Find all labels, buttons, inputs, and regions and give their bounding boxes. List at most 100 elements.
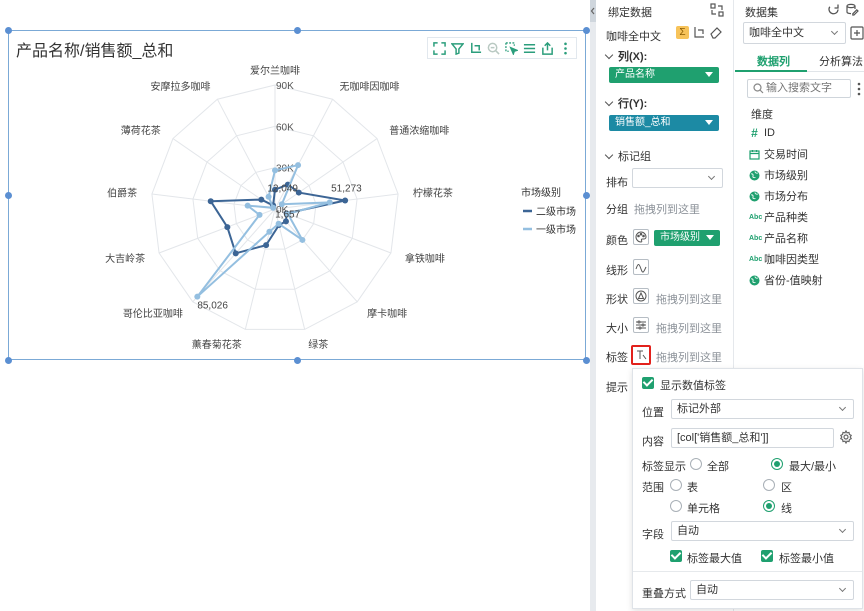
more-vertical-icon[interactable]	[856, 82, 862, 96]
field-item[interactable]: 交易时间	[749, 146, 808, 162]
data-point	[326, 199, 333, 206]
field-item[interactable]: 市场分布	[749, 188, 808, 204]
size-drop-hint[interactable]: 拖拽列到这里	[656, 320, 722, 336]
range-line-radio[interactable]	[763, 500, 775, 512]
data-label: 1,657	[275, 210, 300, 221]
search-icon	[753, 83, 764, 94]
resize-handle-br[interactable]	[583, 357, 590, 364]
tab-columns[interactable]: 数据列	[757, 53, 790, 69]
resize-handle-bl[interactable]	[5, 357, 12, 364]
category-label: 柠檬花茶	[413, 186, 453, 199]
position-select[interactable]: 标记外部	[671, 399, 854, 419]
display-maxmin-radio[interactable]	[771, 458, 783, 470]
resize-handle-tr[interactable]	[583, 27, 590, 34]
hierarchy-icon[interactable]	[693, 26, 706, 39]
shape-drop-hint[interactable]: 拖拽列到这里	[656, 291, 722, 307]
range-table-text: 表	[687, 482, 698, 494]
content-input[interactable]: [col['销售额_总和']]	[671, 428, 834, 448]
add-dataset-icon[interactable]	[850, 25, 864, 41]
label-settings-popup: 显示数值标签 位置 标记外部 内容 [col['销售额_总和']] 标签显示 全…	[632, 368, 863, 609]
category-label: 绿茶	[308, 338, 328, 351]
rows-section[interactable]: 行(Y):	[604, 95, 647, 111]
data-point	[263, 242, 270, 249]
select-icon[interactable]	[504, 41, 518, 55]
overlap-select[interactable]: 自动	[690, 580, 854, 600]
eraser-icon[interactable]	[709, 26, 722, 39]
zoom-icon[interactable]	[486, 41, 500, 55]
data-point	[256, 211, 263, 218]
content-label: 内容	[642, 436, 664, 448]
geo-field-icon	[749, 191, 760, 202]
field-search-box[interactable]	[747, 79, 851, 98]
size-icon[interactable]	[633, 317, 649, 333]
dataset-select[interactable]: 咖啡全中文	[743, 22, 846, 44]
content-settings-gear-icon[interactable]	[839, 429, 853, 445]
field-select[interactable]: 自动	[671, 521, 854, 541]
marks-section[interactable]: 标记组	[604, 148, 651, 164]
display-all-radio[interactable]	[690, 458, 702, 470]
overlap-select-value: 自动	[696, 584, 718, 596]
shape-icon[interactable]	[633, 288, 649, 304]
display-maxmin-text: 最大/最小	[789, 461, 837, 473]
refresh-icon[interactable]	[827, 3, 840, 16]
fullscreen-icon[interactable]	[432, 41, 446, 55]
tab-algorithms[interactable]: 分析算法	[819, 53, 863, 69]
field-item[interactable]: 省份-值映射	[749, 272, 823, 288]
range-table-radio[interactable]	[670, 479, 682, 491]
text-field-icon: Abc	[749, 234, 763, 242]
resize-handle-ml[interactable]	[5, 192, 12, 199]
resize-handle-tc[interactable]	[294, 27, 301, 34]
color-pill-label: 市场级别	[660, 232, 700, 243]
field-item[interactable]: Abc 咖啡因类型	[749, 251, 819, 267]
data-point	[266, 228, 273, 235]
edit-dataset-icon[interactable]	[846, 3, 859, 16]
color-pill[interactable]: 市场级别	[654, 230, 720, 246]
columns-section[interactable]: 列(X):	[604, 48, 647, 64]
data-point	[224, 224, 231, 231]
resize-handle-bc[interactable]	[294, 357, 301, 364]
line-shape-icon[interactable]	[633, 259, 649, 275]
drill-icon[interactable]	[468, 41, 482, 55]
line-label: 线形	[606, 265, 628, 277]
rows-pill[interactable]: 销售额_总和	[609, 115, 719, 131]
filter-icon[interactable]	[450, 41, 464, 55]
chart-card[interactable]: 0K 30K 60K 90K 爱尔兰咖啡 无咖啡因咖啡 普通浓缩咖啡 柠檬花茶 拿铁咖啡 摩卡咖啡…	[5, 27, 590, 364]
resize-handle-mr[interactable]	[583, 192, 590, 199]
group-drop-hint[interactable]: 拖拽列到这里	[634, 201, 700, 217]
radar-chart: 0K30K60K90K爱尔兰咖啡无咖啡因咖啡普通浓缩咖啡柠檬花茶拿铁咖啡摩卡咖啡…	[105, 64, 576, 351]
range-cell-radio[interactable]	[670, 500, 682, 512]
field-item[interactable]: 市场级别	[749, 167, 808, 183]
category-label: 薄荷花茶	[121, 124, 161, 137]
label-label: 标签	[606, 352, 628, 364]
field-item[interactable]: Abc 产品名称	[749, 230, 808, 246]
resize-handle-tl[interactable]	[5, 27, 12, 34]
field-item[interactable]: Abc 产品种类	[749, 209, 808, 225]
layout-select[interactable]	[632, 168, 723, 188]
swap-icon[interactable]	[710, 3, 724, 17]
range-zone-radio[interactable]	[763, 479, 775, 491]
show-label-checkbox[interactable]	[642, 377, 654, 389]
field-search-input[interactable]	[766, 82, 848, 94]
data-point	[272, 167, 278, 174]
tooltip-label: 提示	[606, 382, 628, 394]
axis-tick-label: 60K	[276, 122, 294, 133]
more-icon[interactable]	[558, 41, 572, 55]
group-label: 分组	[606, 204, 628, 216]
category-label: 大吉岭茶	[105, 252, 145, 265]
sigma-icon[interactable]: Σ	[676, 26, 689, 39]
label-max-checkbox[interactable]	[670, 550, 682, 562]
label-text-icon[interactable]	[631, 345, 651, 365]
label-drop-hint[interactable]: 拖拽列到这里	[656, 349, 722, 365]
data-point	[278, 201, 285, 208]
palette-icon[interactable]	[633, 229, 649, 245]
field-item[interactable]: # ID	[749, 125, 775, 141]
label-min-checkbox[interactable]	[761, 550, 773, 562]
data-label: 85,026	[197, 301, 228, 312]
overlap-label: 重叠方式	[642, 588, 686, 600]
content-input-value: [col['销售额_总和']]	[677, 432, 769, 444]
list-icon[interactable]	[522, 41, 536, 55]
tab-divider	[807, 71, 864, 72]
export-icon[interactable]	[540, 41, 554, 55]
field-name: 产品种类	[764, 212, 808, 224]
columns-pill[interactable]: 产品名称	[609, 67, 719, 83]
